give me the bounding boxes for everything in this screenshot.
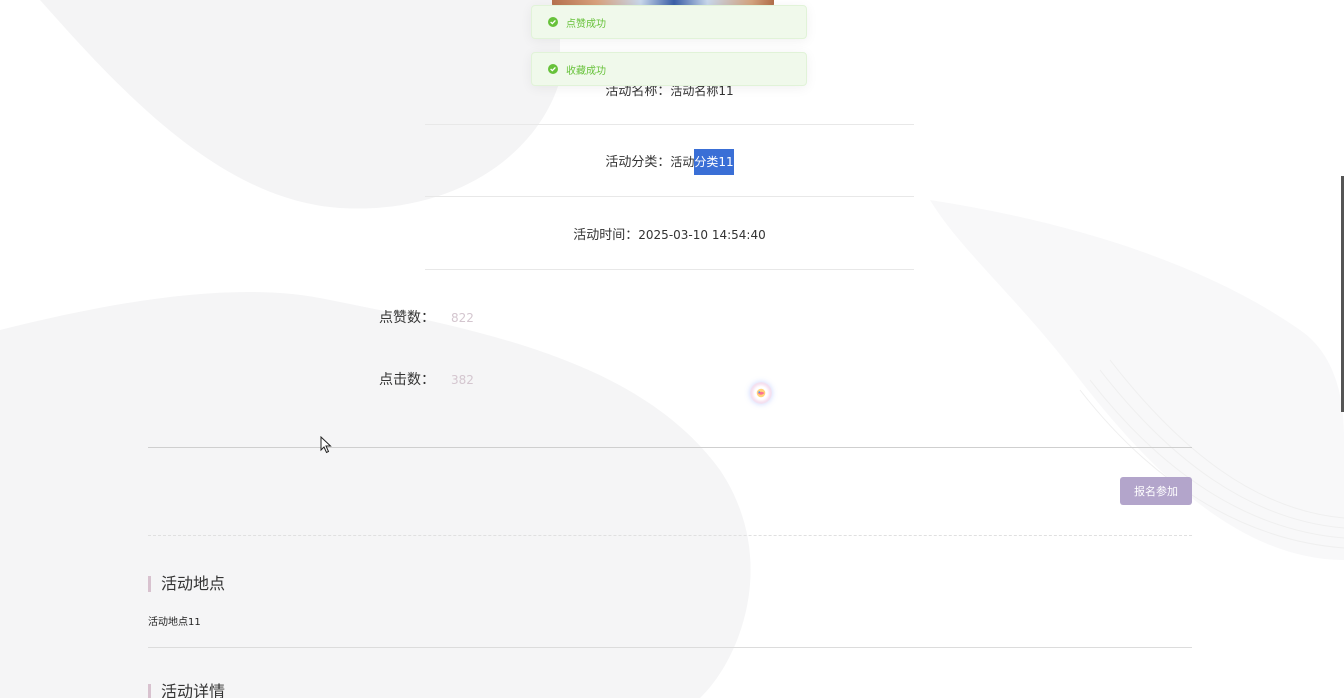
row-divider — [425, 269, 914, 270]
clicks-label: 点击数： — [379, 372, 435, 388]
activity-name-label: 活动名称： — [605, 84, 671, 99]
mouse-pointer-icon — [320, 436, 332, 454]
activity-detail-page: 点赞成功 收藏成功 活动名称：活动名称11 活动分类：活动分类11 活动时间：2… — [0, 0, 1344, 698]
activity-time-row: 活动时间：2025-03-10 14:54:40 — [425, 224, 914, 243]
toast-message: 收藏成功 — [566, 65, 606, 77]
section-divider — [148, 447, 1192, 448]
row-divider — [425, 124, 914, 125]
location-value: 活动地点11 — [148, 617, 201, 628]
likes-label: 点赞数： — [379, 310, 435, 326]
row-divider — [425, 196, 914, 197]
activity-category-row: 活动分类：活动分类11 — [425, 149, 914, 175]
check-circle-icon — [548, 64, 558, 74]
likes-stat: 点赞数： 822 — [379, 307, 474, 327]
activity-category-value: 活动 — [670, 155, 695, 169]
clicks-stat: 点击数： 382 — [379, 369, 474, 389]
likes-count: 822 — [451, 311, 474, 325]
location-section-title: 活动地点 — [148, 576, 225, 592]
section-divider — [148, 647, 1192, 648]
details-section-title: 活动详情 — [148, 684, 225, 698]
activity-category-label: 活动分类： — [605, 155, 671, 170]
toast-message: 点赞成功 — [566, 18, 606, 30]
selected-text: 分类11 — [694, 149, 734, 175]
clicks-count: 382 — [451, 373, 474, 387]
background-decoration — [0, 0, 1344, 698]
toast-like-success: 点赞成功 — [531, 5, 807, 39]
activity-time-label: 活动时间： — [573, 228, 639, 243]
activity-name-value: 活动名称11 — [670, 84, 734, 98]
check-circle-icon — [548, 17, 558, 27]
signup-button[interactable]: 报名参加 — [1120, 477, 1192, 505]
toast-favorite-success: 收藏成功 — [531, 52, 807, 86]
dashed-divider — [148, 535, 1192, 536]
activity-time-value: 2025-03-10 14:54:40 — [638, 228, 766, 242]
floating-assistant-icon[interactable] — [750, 382, 772, 404]
